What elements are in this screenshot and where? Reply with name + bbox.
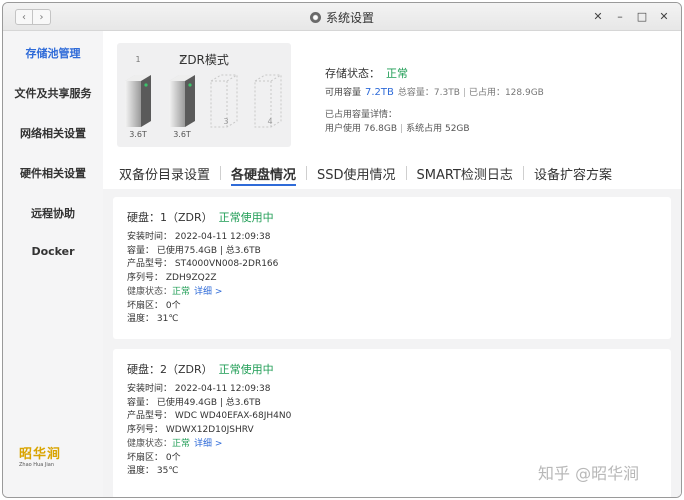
- storage-state-label: 存储状态：: [325, 67, 380, 80]
- disk-title: 硬盘：1（ZDR）: [127, 211, 213, 224]
- brand-logo: 昭华涧 Zhao Hua Jian: [19, 443, 71, 468]
- used-capacity: 已占用：128.9GB: [468, 88, 544, 98]
- disk-slot-number: 2: [179, 55, 185, 64]
- bad-sectors: 坏扇区： 0个: [127, 300, 181, 311]
- disk-slot-1[interactable]: 1: [123, 55, 153, 129]
- tab-label: SSD使用情况: [317, 167, 396, 183]
- health-value: 正常: [172, 438, 191, 449]
- health-label: 健康状态：: [127, 286, 173, 297]
- close-button[interactable]: ✕: [657, 9, 671, 23]
- sidebar-item-docker[interactable]: Docker: [3, 245, 103, 258]
- main-content: ZDR模式 1 3.6T 2 3.6T 3 4 存储状态： 正常 可用容量 7.…: [103, 31, 681, 497]
- tab-label: 设备扩容方案: [533, 167, 612, 183]
- disk-slot-3-empty[interactable]: 3: [209, 73, 239, 129]
- brand-logo-subtext: Zhao Hua Jian: [19, 462, 54, 468]
- disk-state: 正常使用中: [218, 211, 274, 224]
- sidebar-item-hardware[interactable]: 硬件相关设置: [3, 165, 103, 181]
- tab-label: SMART检测日志: [416, 167, 513, 183]
- tab-dual-backup[interactable]: 双备份目录设置: [119, 164, 220, 183]
- serial-number: 序列号： WDWX12D10JSHRV: [127, 425, 254, 436]
- window-title: 系统设置: [325, 11, 374, 25]
- minimize-icon: –: [617, 9, 623, 23]
- tab-label: 各硬盘情况: [231, 167, 297, 186]
- sidebar: 存储池管理 文件及共享服务 网络相关设置 硬件相关设置 远程协助 Docker …: [3, 31, 103, 497]
- health-status-row: 健康状态：正常 详细 >: [127, 438, 657, 452]
- close-icon-button[interactable]: ✕: [591, 9, 605, 23]
- product-model: 产品型号： ST4000VN008-2DR166: [127, 259, 279, 270]
- hard-drive-icon: [125, 75, 151, 127]
- maximize-button[interactable]: □: [635, 9, 649, 23]
- sidebar-item-storage-pool[interactable]: 存储池管理: [3, 45, 103, 61]
- sidebar-item-remote-assist[interactable]: 远程协助: [3, 205, 103, 221]
- capacity: 容量： 已使用49.4GB | 总3.6TB: [127, 397, 261, 408]
- capacity: 容量： 已使用75.4GB | 总3.6TB: [127, 245, 261, 256]
- disk-title: 硬盘：2（ZDR）: [127, 363, 213, 376]
- settings-app-icon: [309, 12, 321, 23]
- temperature: 温度： 31℃: [127, 314, 179, 325]
- health-detail-link[interactable]: 详细 >: [194, 439, 222, 449]
- tab-label: 双备份目录设置: [119, 167, 211, 183]
- disk-slot-2-size: 3.6T: [173, 130, 191, 139]
- storage-pool-card: ZDR模式 1 3.6T 2 3.6T 3 4: [117, 43, 291, 147]
- disk-card-title: 硬盘：2（ZDR） 正常使用中: [127, 361, 657, 377]
- window-title-area: 系统设置: [3, 9, 681, 26]
- install-time: 安装时间： 2022-04-11 12:09:38: [127, 384, 271, 394]
- sidebar-item-file-sharing[interactable]: 文件及共享服务: [3, 85, 103, 101]
- sidebar-item-network[interactable]: 网络相关设置: [3, 125, 103, 141]
- disk-state: 正常使用中: [218, 363, 274, 376]
- hard-drive-icon: [169, 75, 195, 127]
- tab-disk-status[interactable]: 各硬盘情况: [221, 164, 306, 186]
- disk-slot-1-size: 3.6T: [129, 130, 147, 139]
- capacity-row: 可用容量 7.2TB 总容量：7.3TB | 已占用：128.9GB: [325, 87, 544, 98]
- brand-logo-text: 昭华涧: [19, 447, 62, 462]
- disk-card-1: 硬盘：1（ZDR） 正常使用中 安装时间： 2022-04-11 12:09:38…: [113, 197, 671, 339]
- tab-ssd-usage[interactable]: SSD使用情况: [307, 164, 406, 183]
- tab-bar: 双备份目录设置 各硬盘情况 SSD使用情况 SMART检测日志 设备扩容方案: [119, 161, 622, 186]
- product-model: 产品型号： WDC WD40EFAX-68JH4N0: [127, 411, 292, 422]
- close-window-icon: ✕: [659, 9, 669, 23]
- window-controls: ✕ – □ ✕: [591, 9, 671, 23]
- available-capacity-label: 可用容量: [325, 88, 362, 98]
- watermark: 知乎 @昭华涧: [538, 464, 640, 483]
- minimize-button[interactable]: –: [613, 9, 627, 23]
- serial-number: 序列号： ZDH9ZQ2Z: [127, 273, 217, 284]
- user-usage: 用户使用 76.8GB: [325, 124, 398, 134]
- usage-detail-title: 已占用容量详情：: [325, 110, 398, 120]
- usage-detail-row: 用户使用 76.8GB | 系统占用 52GB: [325, 124, 470, 134]
- tab-smart-log[interactable]: SMART检测日志: [407, 164, 523, 183]
- system-usage: 系统占用 52GB: [406, 124, 470, 134]
- disk-slot-2[interactable]: 2: [167, 55, 197, 129]
- close-icon: ✕: [593, 9, 603, 23]
- disk-slot-number: 3: [223, 117, 229, 126]
- available-capacity-value: 7.2TB: [365, 87, 394, 98]
- tab-expansion-plan[interactable]: 设备扩容方案: [524, 164, 622, 183]
- storage-state-value: 正常: [386, 67, 408, 80]
- health-detail-link[interactable]: 详细 >: [194, 287, 222, 297]
- disk-status-panel: 硬盘：1（ZDR） 正常使用中 安装时间： 2022-04-11 12:09:38…: [103, 189, 681, 497]
- health-label: 健康状态：: [127, 438, 173, 449]
- disk-slot-number: 4: [267, 117, 273, 126]
- storage-state-row: 存储状态： 正常: [325, 65, 408, 81]
- title-bar: ‹ › 系统设置 ✕ – □ ✕: [3, 3, 681, 31]
- maximize-icon: □: [636, 9, 648, 23]
- total-capacity: 总容量：7.3TB: [397, 88, 460, 98]
- disk-slot-4-empty[interactable]: 4: [253, 73, 283, 129]
- install-time: 安装时间： 2022-04-11 12:09:38: [127, 232, 271, 242]
- health-value: 正常: [172, 286, 191, 297]
- settings-window: ‹ › 系统设置 ✕ – □ ✕ 存储池管理 文件及共享服务 网络相关设置 硬件…: [2, 2, 682, 498]
- disk-card-title: 硬盘：1（ZDR） 正常使用中: [127, 209, 657, 225]
- disk-slot-number: 1: [135, 55, 141, 64]
- health-status-row: 健康状态：正常 详细 >: [127, 286, 657, 300]
